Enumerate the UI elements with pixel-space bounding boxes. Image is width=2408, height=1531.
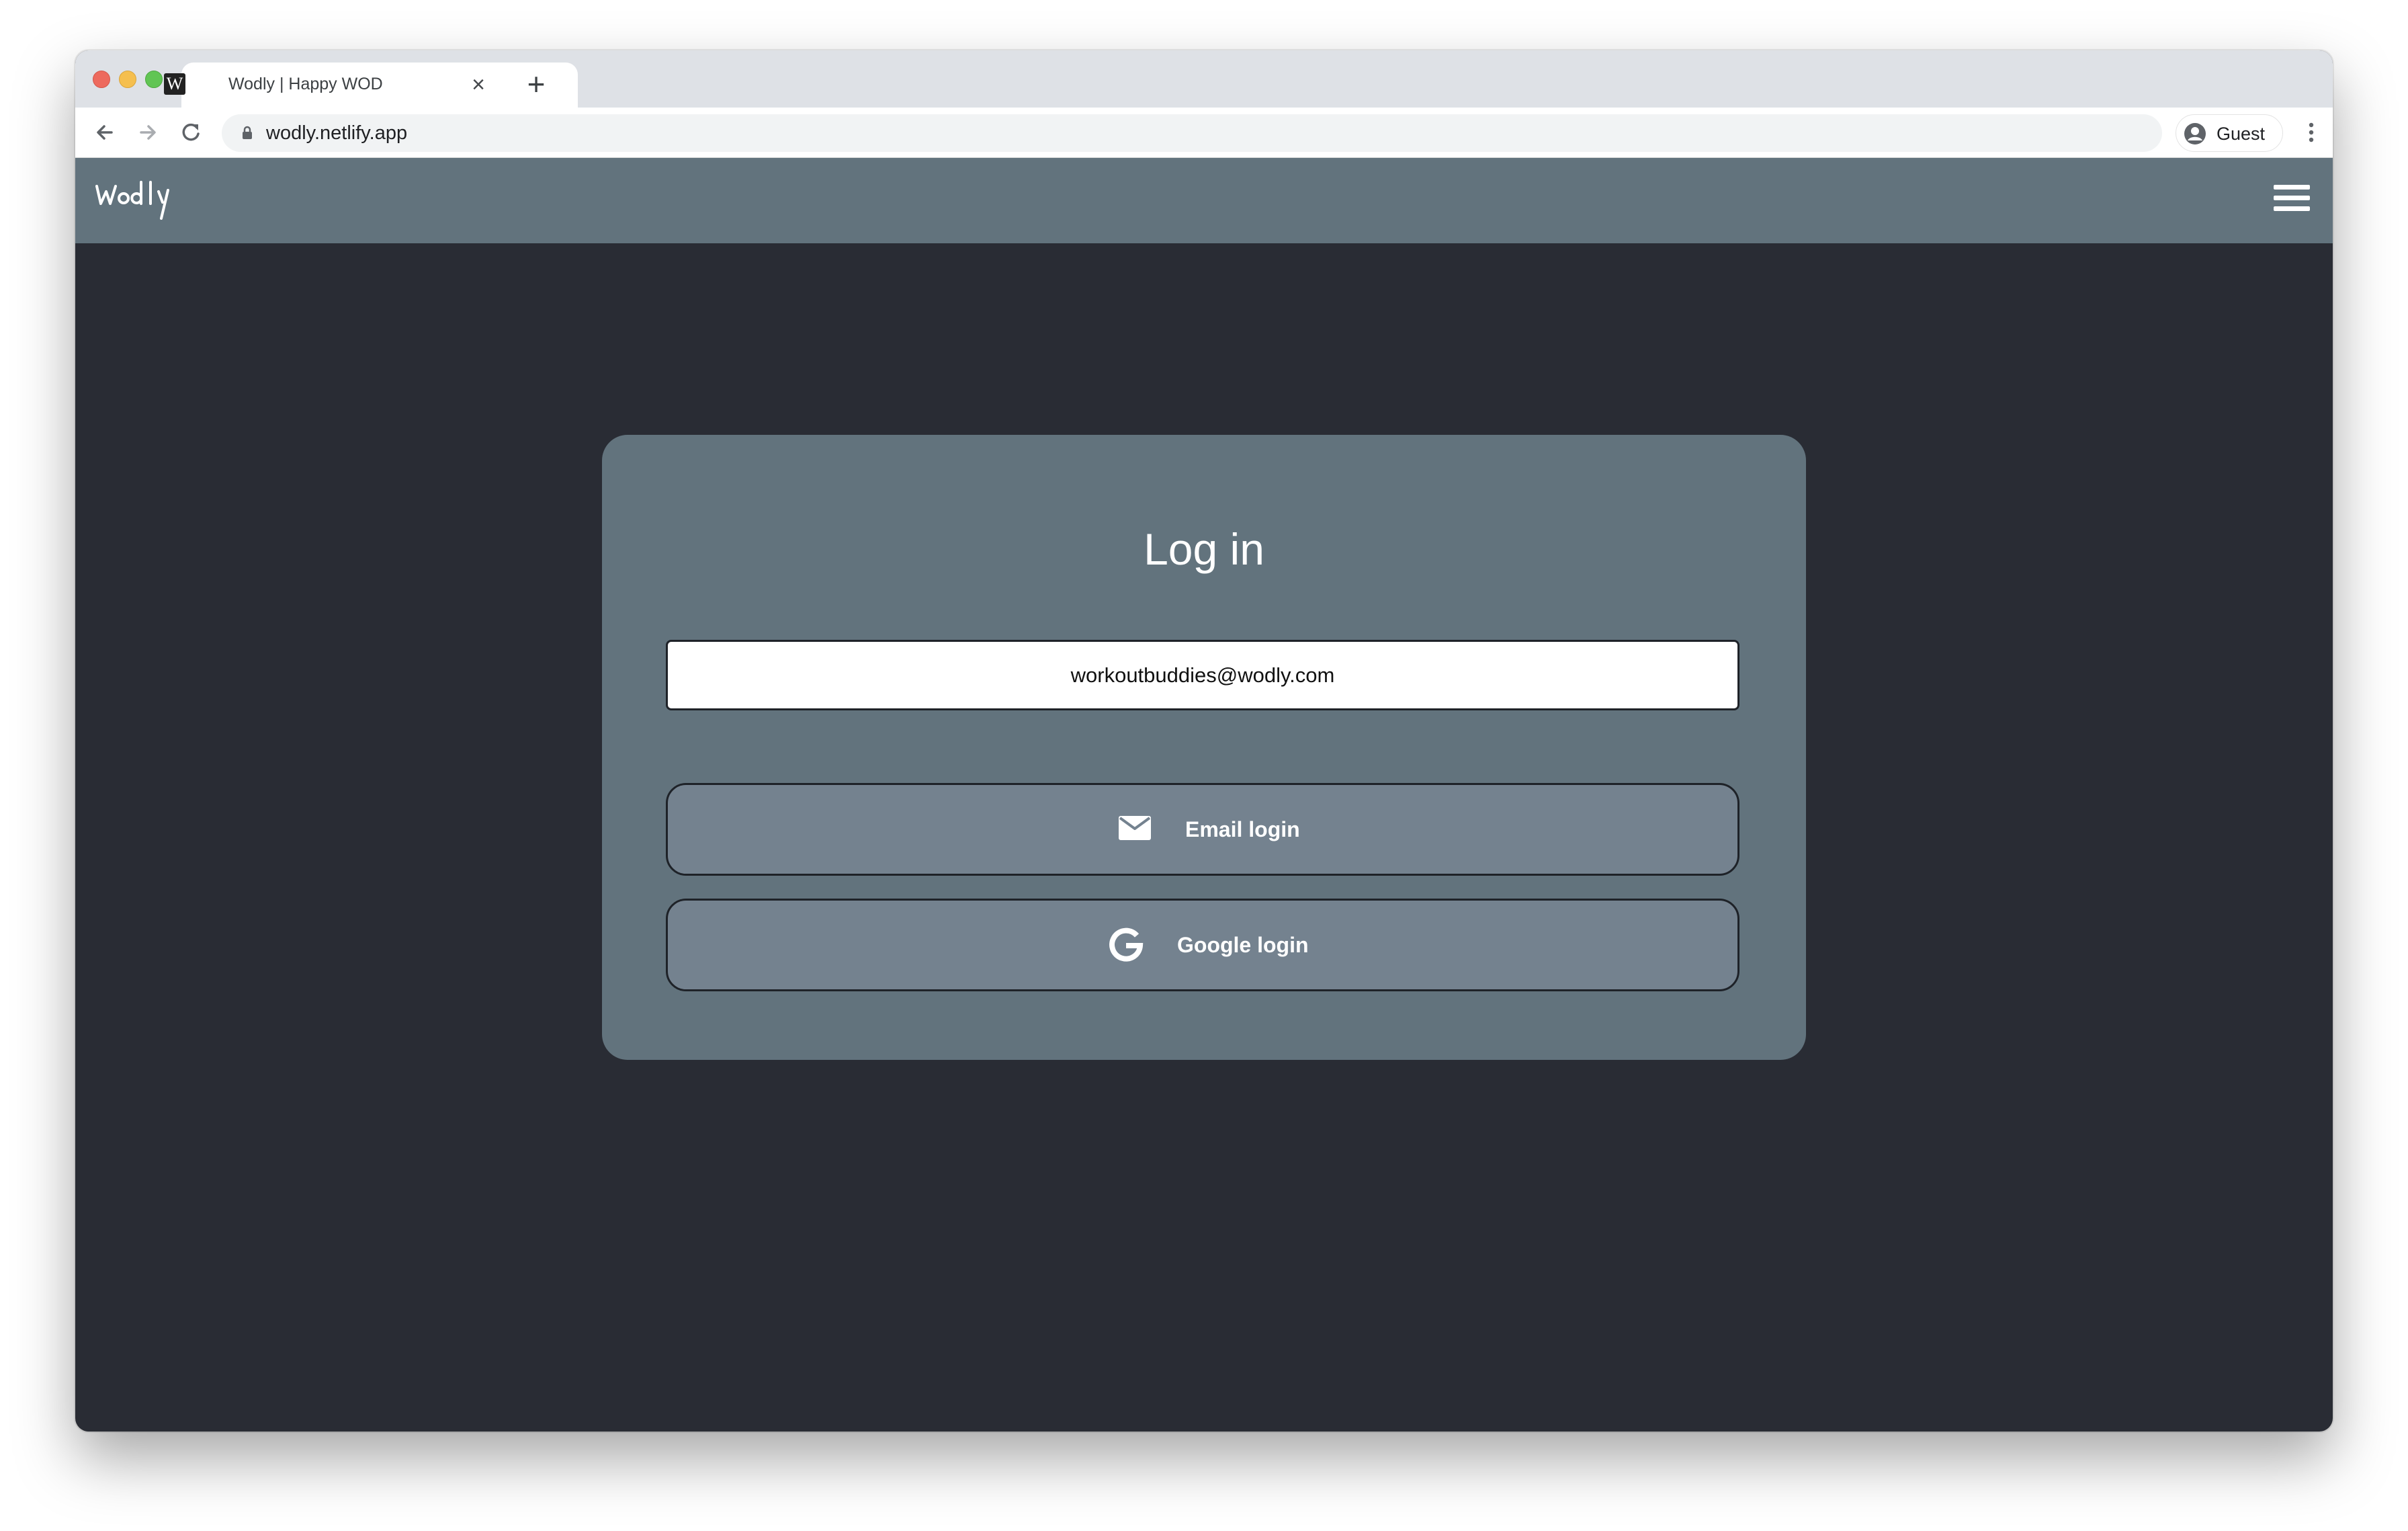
- page-title: Log in: [1144, 524, 1264, 574]
- browser-toolbar: wodly.netlify.app Guest: [75, 108, 2333, 158]
- arrow-right-icon: [140, 125, 156, 140]
- hamburger-menu-button[interactable]: [2274, 185, 2311, 214]
- tab-title: Wodly | Happy WOD: [228, 75, 383, 93]
- maximize-window-button[interactable]: [145, 71, 163, 88]
- app-header: [75, 158, 2333, 243]
- email-login-button[interactable]: Email login: [666, 783, 1739, 876]
- google-g-icon: [1109, 927, 1144, 962]
- login-card: Log in Email login Google login: [602, 435, 1806, 1060]
- arrow-left-icon: [97, 125, 113, 140]
- tab-favicon-icon: W: [164, 73, 185, 95]
- browser-window: W Wodly | Happy WOD × + wodly.netlify.ap…: [75, 50, 2333, 1432]
- tab-strip: W Wodly | Happy WOD × +: [75, 50, 2333, 108]
- minimize-window-button[interactable]: [119, 71, 136, 88]
- profile-label: Guest: [2217, 124, 2266, 144]
- google-login-label: Google login: [1177, 933, 1309, 957]
- browser-menu-button[interactable]: [2296, 118, 2326, 147]
- forward-button[interactable]: [133, 118, 163, 147]
- google-login-button[interactable]: Google login: [666, 899, 1739, 991]
- wodly-logo[interactable]: [94, 177, 188, 224]
- address-bar[interactable]: wodly.netlify.app: [222, 114, 2162, 152]
- email-field[interactable]: [666, 640, 1739, 710]
- new-tab-button[interactable]: +: [521, 69, 551, 99]
- lock-icon: [243, 126, 252, 139]
- close-window-button[interactable]: [93, 71, 110, 88]
- envelope-icon: [1119, 816, 1151, 840]
- person-circle-icon: [2184, 123, 2206, 144]
- reload-button[interactable]: [176, 118, 206, 147]
- reload-icon: [182, 123, 200, 141]
- hamburger-icon-bar: [2274, 196, 2310, 200]
- url-text: wodly.netlify.app: [266, 122, 408, 144]
- email-login-label: Email login: [1185, 817, 1300, 841]
- back-button[interactable]: [90, 118, 120, 147]
- vertical-dots-icon: [2309, 122, 2314, 142]
- profile-button[interactable]: Guest: [2176, 114, 2283, 152]
- tab-close-button[interactable]: ×: [466, 73, 490, 97]
- hamburger-icon: [2274, 185, 2310, 190]
- hamburger-icon-bar: [2274, 206, 2310, 211]
